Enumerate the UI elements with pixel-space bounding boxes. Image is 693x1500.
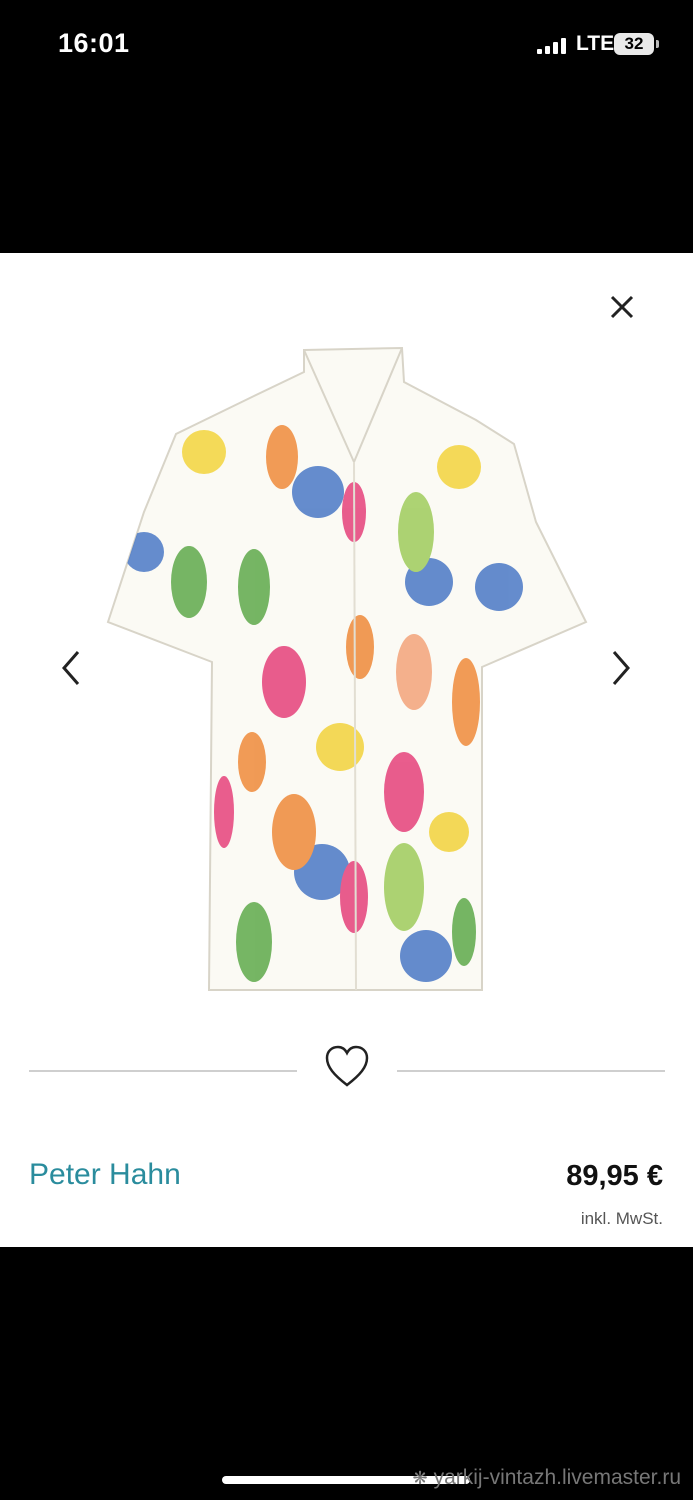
battery-tip [656, 40, 659, 48]
product-price: 89,95 € [566, 1160, 663, 1192]
status-time: 16:01 [58, 28, 130, 58]
close-icon[interactable] [605, 290, 639, 324]
network-type: LTE [576, 32, 615, 55]
brand-name[interactable]: Peter Hahn [29, 1158, 181, 1192]
watermark-text: yarkij-vintazh.livemaster.ru [433, 1466, 681, 1489]
battery-icon: 32 [614, 33, 654, 55]
divider-left [29, 1070, 297, 1072]
watermark-flower-icon: ❋ [412, 1468, 428, 1488]
divider-right [397, 1070, 665, 1072]
signal-icon [537, 38, 566, 54]
chevron-left-icon[interactable] [58, 648, 84, 688]
shirt-image [106, 346, 588, 991]
heart-icon[interactable] [324, 1045, 370, 1089]
vat-note: inkl. MwSt. [580, 1209, 663, 1228]
status-bar: 16:01 LTE 32 [0, 0, 693, 90]
chevron-right-icon[interactable] [608, 648, 634, 688]
watermark: ❋ yarkij-vintazh.livemaster.ru [413, 1466, 682, 1490]
